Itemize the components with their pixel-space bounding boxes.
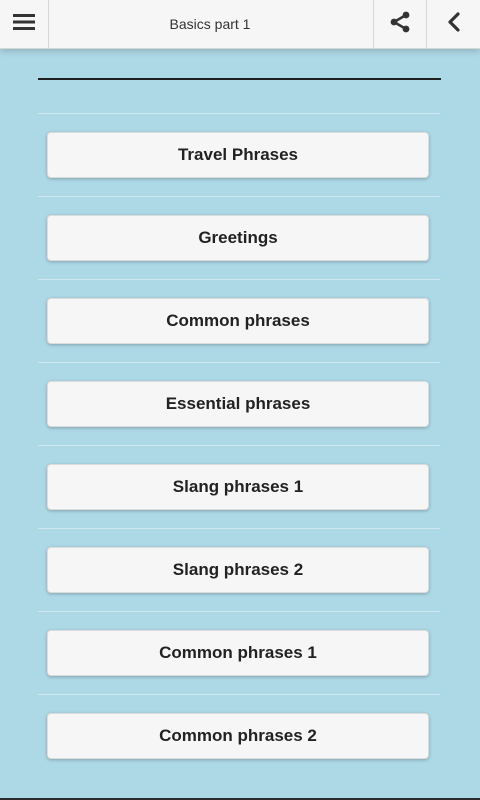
common-phrases-2-button[interactable]: Common phrases 2 (47, 713, 429, 759)
essential-phrases-button[interactable]: Essential phrases (47, 381, 429, 427)
list-item: Slang phrases 1 (38, 445, 440, 528)
top-bar: Basics part 1 (0, 0, 480, 49)
chevron-left-icon (446, 11, 462, 37)
slang-phrases-2-button[interactable]: Slang phrases 2 (47, 547, 429, 593)
list-item: Common phrases (38, 279, 440, 362)
list-item: Greetings (38, 196, 440, 279)
menu-button[interactable] (0, 0, 49, 48)
list-item: Essential phrases (38, 362, 440, 445)
list-item: Common phrases 1 (38, 611, 440, 694)
list-item: Travel Phrases (38, 113, 440, 196)
list-item: Slang phrases 2 (38, 528, 440, 611)
menu-icon (13, 13, 35, 36)
common-phrases-button[interactable]: Common phrases (47, 298, 429, 344)
list-item: Common phrases 2 (38, 694, 440, 777)
back-button[interactable] (426, 0, 480, 48)
page-title: Basics part 1 (169, 16, 251, 32)
share-button[interactable] (373, 0, 426, 48)
phrase-category-list: Travel Phrases Greetings Common phrases … (38, 113, 440, 777)
travel-phrases-button[interactable]: Travel Phrases (47, 132, 429, 178)
divider (38, 78, 441, 80)
app-screen: Basics part 1 Travel Phrases Greetings C… (0, 0, 480, 798)
greetings-button[interactable]: Greetings (47, 215, 429, 261)
share-icon (389, 11, 411, 38)
common-phrases-1-button[interactable]: Common phrases 1 (47, 630, 429, 676)
slang-phrases-1-button[interactable]: Slang phrases 1 (47, 464, 429, 510)
